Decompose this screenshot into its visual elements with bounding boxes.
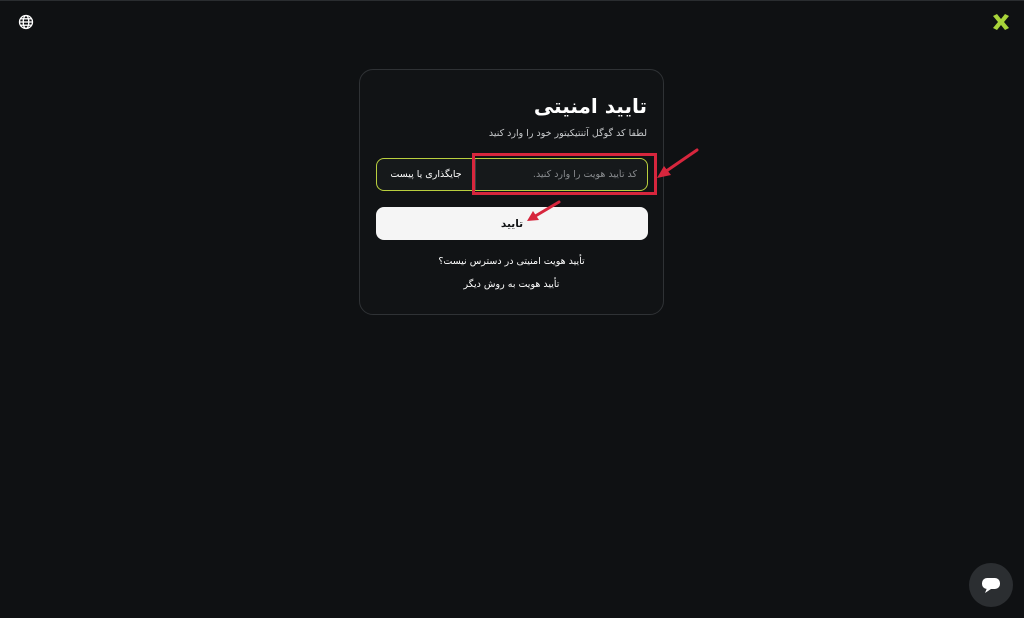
globe-icon[interactable] [18, 14, 34, 30]
verification-code-input[interactable] [475, 159, 647, 190]
logo-x-icon [991, 12, 1011, 32]
page-subtitle: لطفا کد گوگل آتنتیکیتور خود را وارد کنید [488, 128, 647, 139]
other-verification-method-link[interactable]: تأیید هویت به روش دیگر [360, 279, 663, 290]
paste-button[interactable]: جایگذاری یا پیست [377, 159, 475, 190]
chat-button[interactable] [969, 563, 1013, 607]
verification-card: تایید امنیتی لطفا کد گوگل آتنتیکیتور خود… [359, 69, 664, 315]
verification-unavailable-link[interactable]: تأیید هویت امنیتی در دسترس نیست؟ [360, 256, 663, 267]
chat-icon [982, 578, 1000, 593]
security-verification-page: تایید امنیتی لطفا کد گوگل آتنتیکیتور خود… [0, 0, 1024, 618]
page-title: تایید امنیتی [533, 94, 647, 118]
confirm-button[interactable]: تایید [376, 207, 648, 240]
code-input-group: جایگذاری یا پیست [376, 158, 648, 191]
